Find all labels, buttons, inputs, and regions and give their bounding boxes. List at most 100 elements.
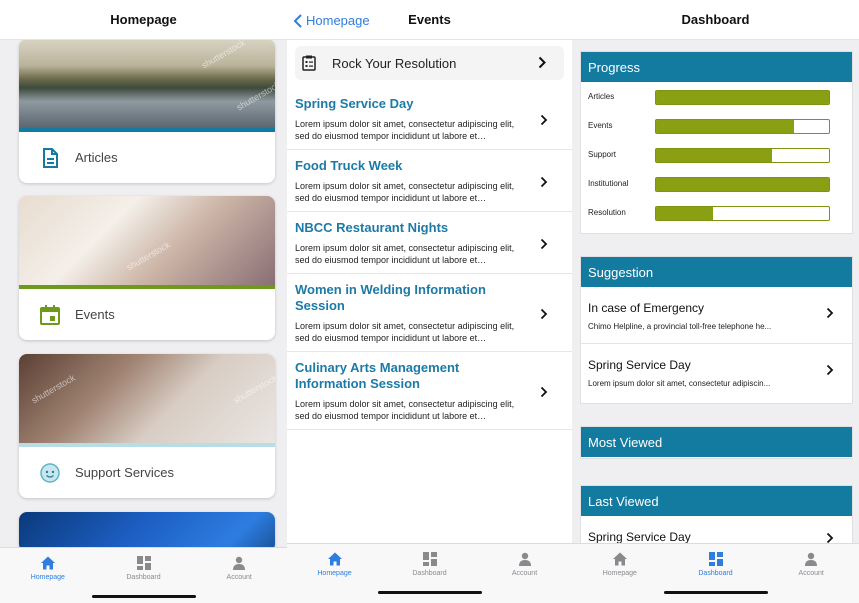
progress-rows: Articles Events Support Institutional Re…	[581, 82, 852, 230]
progress-fill	[656, 178, 829, 191]
dashboard-icon	[708, 552, 723, 566]
dashboard-icon	[136, 556, 151, 570]
account-icon	[518, 552, 531, 566]
event-list-item[interactable]: Women in Welding Information Session Lor…	[287, 282, 572, 352]
progress-label: Support	[588, 150, 617, 159]
chevron-left-icon	[293, 13, 302, 28]
suggestion-item[interactable]: In case of Emergency Chimo Helpline, a p…	[581, 287, 852, 344]
home-icon	[612, 552, 627, 566]
chevron-right-icon	[540, 308, 548, 320]
card-label: Events	[75, 307, 115, 322]
tab-label: Dashboard	[412, 570, 447, 577]
featured-resolution-item[interactable]: Rock Your Resolution	[295, 46, 564, 80]
events-label-row: Events	[19, 289, 275, 340]
progress-fill	[656, 149, 772, 162]
chevron-right-icon	[540, 114, 548, 126]
event-list-item[interactable]: NBCC Restaurant Nights Lorem ipsum dolor…	[287, 220, 572, 274]
home-indicator	[91, 595, 196, 598]
progress-row: Events	[581, 114, 852, 143]
last-viewed-item[interactable]: Spring Service Day	[581, 516, 852, 544]
event-title: Women in Welding Information Session	[295, 282, 486, 313]
watermark: shutterstock	[199, 40, 247, 71]
document-icon	[43, 147, 58, 168]
chevron-right-icon	[540, 386, 548, 398]
event-list-item[interactable]: Food Truck Week Lorem ipsum dolor sit am…	[287, 158, 572, 212]
progress-label: Resolution	[588, 208, 626, 217]
progress-row: Articles	[581, 85, 852, 114]
watermark: shutterstock	[29, 372, 77, 406]
account-icon	[805, 552, 818, 566]
progress-row: Institutional	[581, 172, 852, 201]
progress-fill	[656, 120, 795, 133]
support-face-icon	[40, 462, 60, 483]
panel-header: Last Viewed	[581, 486, 852, 516]
nav-bar: Dashboard	[572, 0, 859, 40]
articles-label-row: Articles	[19, 132, 275, 183]
tab-dashboard[interactable]: Dashboard	[382, 544, 477, 603]
tab-homepage[interactable]: Homepage	[572, 544, 668, 603]
tab-label: Homepage	[317, 570, 352, 577]
event-title: NBCC Restaurant Nights	[295, 220, 449, 235]
tab-homepage[interactable]: Homepage	[0, 548, 96, 603]
back-label: Homepage	[306, 13, 370, 28]
event-list-item[interactable]: Spring Service Day Lorem ipsum dolor sit…	[287, 96, 572, 150]
progress-label: Institutional	[588, 179, 629, 188]
page-title: Dashboard	[681, 12, 750, 27]
event-list-item[interactable]: Culinary Arts Management Information Ses…	[287, 360, 572, 430]
support-label-row: Support Services	[19, 447, 275, 498]
event-description: Lorem ipsum dolor sit amet, consectetur …	[295, 399, 515, 421]
clipboard-checklist-icon	[302, 55, 316, 71]
card-label: Support Services	[75, 465, 174, 480]
support-services-card[interactable]: shutterstock shutterstock Support Servic…	[19, 354, 275, 498]
progress-label: Articles	[588, 92, 615, 101]
events-screen: Homepage Events Rock Your Resolution Spr…	[287, 0, 572, 603]
nav-bar: Homepage	[0, 0, 287, 40]
account-icon	[233, 556, 246, 570]
event-description: Lorem ipsum dolor sit amet, consectetur …	[295, 181, 515, 203]
homepage-screen: Homepage shutterstock shutterstock Artic…	[0, 0, 287, 603]
tab-bar: Homepage Dashboard Account	[572, 543, 859, 603]
tab-label: Homepage	[602, 570, 637, 577]
event-description: Lorem ipsum dolor sit amet, consectetur …	[295, 321, 515, 343]
panel-header: Suggestion	[581, 257, 852, 287]
progress-panel: Progress Articles Events Support Institu…	[580, 51, 853, 234]
tab-account[interactable]: Account	[763, 544, 859, 603]
card-label: Articles	[75, 150, 118, 165]
partial-card-image	[19, 512, 275, 547]
event-title: Culinary Arts Management Information Ses…	[295, 360, 460, 391]
suggestion-item[interactable]: Spring Service Day Lorem ipsum dolor sit…	[581, 344, 852, 401]
event-description: Lorem ipsum dolor sit amet, consectetur …	[295, 243, 515, 265]
featured-title: Rock Your Resolution	[332, 55, 457, 71]
articles-card[interactable]: shutterstock shutterstock Articles	[19, 40, 275, 183]
screens: Homepage shutterstock shutterstock Artic…	[0, 0, 859, 603]
tab-dashboard[interactable]: Dashboard	[668, 544, 764, 603]
events-card[interactable]: shutterstock Events	[19, 196, 275, 340]
events-image: shutterstock	[19, 196, 275, 285]
progress-fill	[656, 207, 714, 220]
tab-bar: Homepage Dashboard Account	[0, 547, 287, 603]
panel-header: Most Viewed	[581, 427, 852, 457]
progress-bar	[655, 148, 830, 163]
nav-bar: Homepage Events	[287, 0, 572, 40]
event-title: Food Truck Week	[295, 158, 403, 173]
tab-account[interactable]: Account	[191, 548, 287, 603]
partial-card[interactable]	[19, 512, 275, 547]
calendar-icon	[40, 304, 60, 325]
progress-fill	[656, 91, 829, 104]
suggestion-description: Lorem ipsum dolor sit amet, consectetur …	[588, 379, 771, 388]
homepage-content[interactable]: shutterstock shutterstock Articles shutt…	[0, 40, 287, 547]
events-content[interactable]: Rock Your Resolution Spring Service Day …	[287, 40, 572, 547]
support-image: shutterstock shutterstock	[19, 354, 275, 443]
dashboard-content[interactable]: Progress Articles Events Support Institu…	[572, 40, 859, 547]
suggestion-title: Spring Service Day	[588, 358, 691, 372]
back-button[interactable]: Homepage	[293, 13, 370, 28]
tab-account[interactable]: Account	[477, 544, 572, 603]
page-title: Homepage	[110, 12, 177, 27]
progress-bar	[655, 206, 830, 221]
progress-bar	[655, 177, 830, 192]
tab-homepage[interactable]: Homepage	[287, 544, 382, 603]
tab-label: Account	[511, 570, 538, 577]
dashboard-icon	[422, 552, 437, 566]
suggestion-panel: Suggestion In case of Emergency Chimo He…	[580, 256, 853, 404]
suggestion-title: In case of Emergency	[588, 301, 705, 315]
